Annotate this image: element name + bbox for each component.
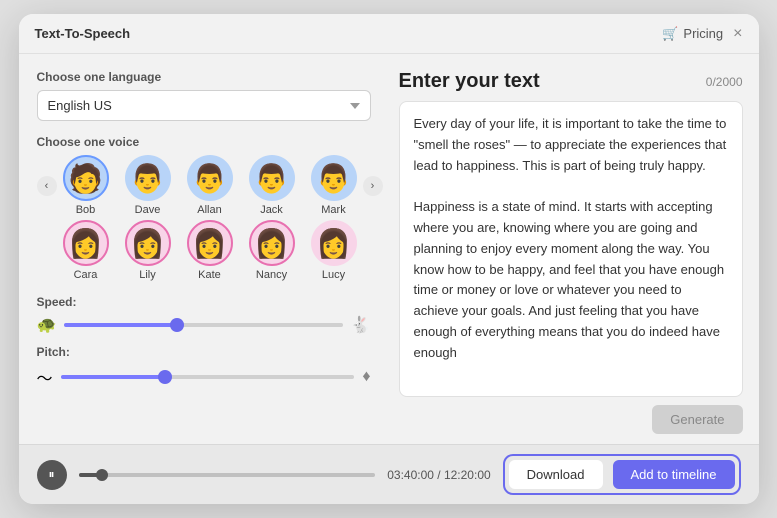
bottom-actions: Download Add to timeline	[503, 454, 741, 495]
text-area-header: Enter your text 0/2000	[399, 70, 743, 93]
voice-item-lily[interactable]: 👩 Lily	[119, 220, 177, 281]
slider-section: Speed: 🐢 🐇 Pitch: 〜 ♦	[37, 295, 371, 389]
generate-row: Generate	[399, 405, 743, 434]
time-separator: /	[437, 468, 444, 482]
voice-grid-male: 🧑 Bob 👨 Dave	[57, 155, 363, 216]
voice-item-dave[interactable]: 👨 Dave	[119, 155, 177, 216]
char-count: 0/2000	[706, 75, 743, 89]
pricing-label: Pricing	[683, 26, 723, 41]
voice-grid-female: 👩 Cara 👩 Lily	[57, 220, 363, 281]
voice-item-kate[interactable]: 👩 Kate	[181, 220, 239, 281]
close-button[interactable]: ×	[733, 26, 742, 42]
wave-icon: 〜	[37, 365, 53, 389]
text-area-title: Enter your text	[399, 70, 540, 93]
generate-button[interactable]: Generate	[652, 405, 742, 434]
avatar-lucy: 👩	[311, 220, 357, 266]
avatar-allan: 👨	[187, 155, 233, 201]
voice-rows: ‹ 🧑 Bob 👨	[37, 155, 371, 281]
voice-name-lily: Lily	[139, 269, 156, 281]
voice-name-lucy: Lucy	[322, 269, 345, 281]
voice-name-bob: Bob	[76, 204, 96, 216]
avatar-dave: 👨	[125, 155, 171, 201]
text-paragraph-1: Every day of your life, it is important …	[414, 114, 728, 176]
voice-name-cara: Cara	[74, 269, 98, 281]
speed-row-wrapper: Speed: 🐢 🐇	[37, 295, 371, 335]
pricing-button[interactable]: 🛒 Pricing	[662, 26, 723, 42]
voice-row-female: 👩 Cara 👩 Lily	[37, 220, 371, 281]
time-display: 03:40:00 / 12:20:00	[387, 468, 490, 482]
voice-name-nancy: Nancy	[256, 269, 287, 281]
title-bar: Text-To-Speech 🛒 Pricing ×	[19, 14, 759, 54]
avatar-nancy: 👩	[249, 220, 295, 266]
voice-section: Choose one voice ‹ 🧑 Bob	[37, 135, 371, 281]
bottom-bar: ⏸ 03:40:00 / 12:20:00 Download Add to ti…	[19, 444, 759, 504]
voice-item-mark[interactable]: 👨 Mark	[305, 155, 363, 216]
voice-name-kate: Kate	[198, 269, 221, 281]
voice-name-jack: Jack	[260, 204, 283, 216]
text-content-area[interactable]: Every day of your life, it is important …	[399, 101, 743, 397]
voice-item-cara[interactable]: 👩 Cara	[57, 220, 115, 281]
turtle-icon: 🐢	[37, 315, 57, 335]
voice-item-nancy[interactable]: 👩 Nancy	[243, 220, 301, 281]
progress-track[interactable]	[79, 473, 376, 477]
download-button[interactable]: Download	[509, 460, 603, 489]
voice-name-mark: Mark	[321, 204, 345, 216]
language-select[interactable]: English US English UK Spanish French Ger…	[37, 90, 371, 121]
add-timeline-button[interactable]: Add to timeline	[613, 460, 735, 489]
left-panel: Choose one language English US English U…	[19, 54, 389, 444]
avatar-kate: 👩	[187, 220, 233, 266]
voice-section-label: Choose one voice	[37, 135, 371, 149]
speed-slider-row: 🐢 🐇	[37, 315, 371, 335]
pause-icon: ⏸	[48, 467, 54, 482]
title-bar-actions: 🛒 Pricing ×	[662, 26, 742, 42]
text-paragraph-2: Happiness is a state of mind. It starts …	[414, 197, 728, 363]
rabbit-icon: 🐇	[351, 315, 371, 335]
voice-row-male: ‹ 🧑 Bob 👨	[37, 155, 371, 216]
cart-icon: 🛒	[662, 26, 678, 42]
language-section: Choose one language English US English U…	[37, 70, 371, 121]
right-panel: Enter your text 0/2000 Every day of your…	[389, 54, 759, 444]
avatar-lily: 👩	[125, 220, 171, 266]
playback-bar	[79, 473, 376, 477]
avatar-mark: 👨	[311, 155, 357, 201]
language-section-label: Choose one language	[37, 70, 371, 84]
voice-name-allan: Allan	[197, 204, 221, 216]
avatar-cara: 👩	[63, 220, 109, 266]
voice-item-jack[interactable]: 👨 Jack	[243, 155, 301, 216]
pitch-row-wrapper: Pitch: 〜 ♦	[37, 345, 371, 389]
modal-window: Text-To-Speech 🛒 Pricing × Choose one la…	[19, 14, 759, 504]
avatar-jack: 👨	[249, 155, 295, 201]
progress-thumb	[96, 469, 108, 481]
modal-body: Choose one language English US English U…	[19, 54, 759, 444]
voice-item-bob[interactable]: 🧑 Bob	[57, 155, 115, 216]
pitch-slider[interactable]	[61, 375, 355, 379]
time-current: 03:40:00	[387, 468, 434, 482]
voice-item-allan[interactable]: 👨 Allan	[181, 155, 239, 216]
prev-voice-button[interactable]: ‹	[37, 176, 57, 196]
speed-slider[interactable]	[64, 323, 342, 327]
pitch-label: Pitch:	[37, 345, 371, 359]
time-total: 12:20:00	[444, 468, 491, 482]
window-title: Text-To-Speech	[35, 26, 131, 41]
progress-fill	[79, 473, 103, 477]
speed-label: Speed:	[37, 295, 371, 309]
voice-item-lucy[interactable]: 👩 Lucy	[305, 220, 363, 281]
pitch-high-icon: ♦	[362, 368, 370, 386]
pitch-slider-row: 〜 ♦	[37, 365, 371, 389]
voice-name-dave: Dave	[135, 204, 161, 216]
next-voice-button[interactable]: ›	[363, 176, 383, 196]
avatar-bob: 🧑	[63, 155, 109, 201]
pause-button[interactable]: ⏸	[37, 460, 67, 490]
